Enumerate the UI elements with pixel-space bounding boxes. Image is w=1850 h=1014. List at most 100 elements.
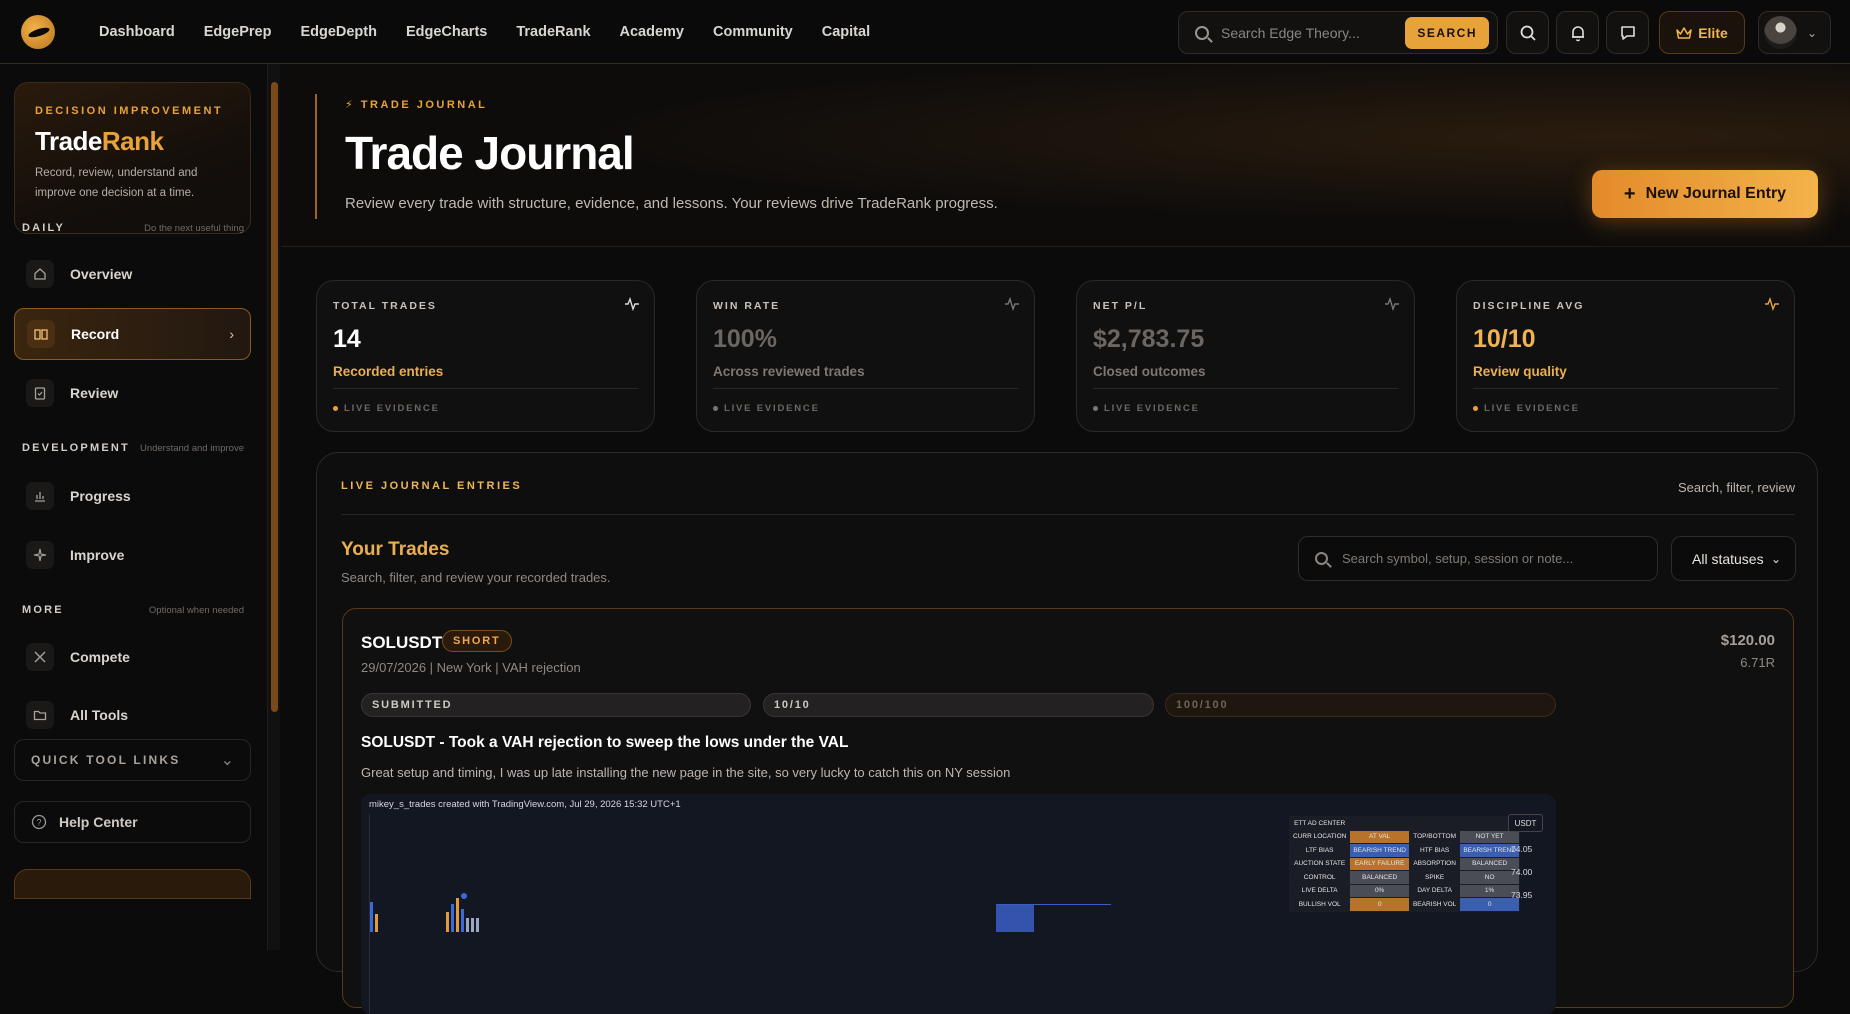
status-pill: SUBMITTED [361, 693, 751, 717]
price-label: 74.05 [1511, 844, 1533, 854]
crown-icon [1676, 26, 1692, 39]
evidence-text: LIVE EVIDENCE [724, 403, 820, 414]
clipboard-icon [26, 379, 54, 407]
nav-link-community[interactable]: Community [713, 24, 793, 40]
nav-link-edgedepth[interactable]: EdgeDepth [300, 24, 377, 40]
folder-icon [26, 701, 54, 729]
sidebar-item-label: Overview [70, 266, 133, 282]
traderank-brand-card: DECISION IMPROVEMENT TradeRank Record, r… [14, 82, 251, 234]
sidebar-item-all-tools[interactable]: All Tools [14, 689, 251, 741]
evidence-text: LIVE EVIDENCE [1484, 403, 1580, 414]
top-nav: Dashboard EdgePrep EdgeDepth EdgeCharts … [0, 0, 1850, 64]
messages-button[interactable] [1606, 11, 1649, 54]
candle [471, 918, 474, 932]
chart-marker [461, 893, 467, 899]
table-cell: 0 [1349, 897, 1410, 912]
nav-link-dashboard[interactable]: Dashboard [99, 24, 175, 40]
score-pill: 100/100 [1165, 693, 1556, 717]
section-daily: DAILY Do the next useful thing [22, 222, 244, 234]
evidence-text: LIVE EVIDENCE [1104, 403, 1200, 414]
new-journal-entry-button[interactable]: + New Journal Entry [1592, 170, 1818, 218]
table-cell: EARLY FAILURE [1349, 856, 1410, 871]
search-button[interactable]: SEARCH [1405, 16, 1489, 49]
elite-badge-button[interactable]: Elite [1659, 11, 1745, 54]
table-cell: LIVE DELTA [1288, 883, 1351, 898]
edge-theory-logo[interactable] [21, 14, 55, 49]
brand-title: TradeRank [35, 126, 230, 157]
bell-icon [1571, 25, 1584, 41]
sidebar-item-compete[interactable]: Compete [14, 631, 251, 683]
candle [456, 898, 459, 932]
quick-links-label: QUICK TOOL LINKS [31, 753, 181, 767]
divider [713, 388, 1018, 389]
candle [446, 912, 449, 932]
sidebar-item-review[interactable]: Review [14, 367, 251, 419]
section-more: MORE Optional when needed [22, 604, 244, 616]
sidebar-item-label: Progress [70, 488, 131, 504]
global-search[interactable]: Search Edge Theory... SEARCH [1178, 11, 1498, 54]
quick-tool-links-dropdown[interactable]: QUICK TOOL LINKS ⌄ [14, 739, 251, 781]
plus-icon: + [1623, 182, 1636, 205]
trade-side-badge: SHORT [442, 630, 512, 652]
stat-card-discipline-avg: DISCIPLINE AVG 10/10 Review quality LIVE… [1456, 280, 1795, 432]
status-dot [713, 406, 718, 411]
discipline-pill: 10/10 [763, 693, 1154, 717]
sidebar-item-progress[interactable]: Progress [14, 470, 251, 522]
nav-link-edgecharts[interactable]: EdgeCharts [406, 24, 487, 40]
entries-kicker: LIVE JOURNAL ENTRIES [341, 480, 523, 492]
sidebar-scrollbar-thumb[interactable] [271, 82, 278, 712]
status-filter-value: All statuses [1692, 550, 1764, 567]
divider [1473, 388, 1778, 389]
live-evidence: LIVE EVIDENCE [1093, 403, 1200, 414]
nav-link-academy[interactable]: Academy [620, 24, 684, 40]
sparkles-icon [26, 541, 54, 569]
search-icon [1195, 25, 1209, 40]
table-cell: LTF BIAS [1288, 843, 1351, 858]
sidebar-item-record[interactable]: Record › [14, 308, 251, 360]
elite-label: Elite [1698, 24, 1728, 41]
help-center-link[interactable]: ? Help Center [14, 801, 251, 843]
stat-header: DISCIPLINE AVG [1473, 300, 1585, 312]
activity-icon [1764, 296, 1780, 314]
activity-icon [1384, 296, 1400, 314]
nav-link-traderank[interactable]: TradeRank [516, 24, 590, 40]
trade-card[interactable]: SOLUSDT SHORT 29/07/2026 | New York | VA… [342, 608, 1794, 1014]
svg-text:?: ? [36, 818, 41, 828]
trade-search[interactable]: Search symbol, setup, session or note... [1298, 536, 1658, 581]
stat-value: 14 [333, 325, 361, 353]
user-menu[interactable]: ⌄ [1758, 11, 1831, 54]
section-subtitle: Understand and improve [139, 442, 244, 454]
book-icon [27, 320, 55, 348]
ett-ad-center-table: ETT AD CENTER CURR LOCATION AT VAL TOP/BOT… [1288, 816, 1520, 996]
table-cell: DAY DELTA [1408, 883, 1461, 898]
search-icon-button[interactable] [1506, 11, 1549, 54]
notifications-button[interactable] [1556, 11, 1599, 54]
status-dot [333, 406, 338, 411]
your-trades-title: Your Trades [341, 539, 450, 560]
nav-link-edgeprep[interactable]: EdgePrep [204, 24, 272, 40]
divider [341, 514, 1795, 515]
page-subtitle: Review every trade with structure, evide… [345, 195, 998, 212]
currency-label[interactable]: USDT [1508, 814, 1543, 832]
sidebar-item-improve[interactable]: Improve [14, 529, 251, 581]
chevron-down-icon: ⌄ [220, 752, 234, 769]
section-title: DAILY [22, 222, 65, 234]
page-hero: ⚡︎ TRADE JOURNAL Trade Journal Review ev… [281, 64, 1850, 247]
hero-kicker-text: TRADE JOURNAL [360, 99, 488, 111]
trade-chart-screenshot[interactable]: mikey_s_trades created with TradingView.… [361, 794, 1556, 1014]
section-subtitle: Do the next useful thing [144, 222, 244, 234]
table-cell: BEARISH VOL [1408, 897, 1461, 912]
stat-value: 100% [713, 325, 777, 353]
avatar [1764, 16, 1797, 49]
divider [1093, 388, 1398, 389]
trade-title: SOLUSDT - Took a VAH rejection to sweep … [361, 734, 849, 751]
nav-link-capital[interactable]: Capital [822, 24, 870, 40]
candle [476, 918, 479, 932]
price-label: 74.00 [1511, 867, 1533, 877]
trade-search-input[interactable]: Search symbol, setup, session or note... [1342, 551, 1573, 566]
hero-accent-bar [315, 94, 317, 219]
global-search-input[interactable]: Search Edge Theory... [1221, 25, 1405, 41]
status-filter-select[interactable]: All statuses ⌄ [1671, 536, 1796, 581]
sidebar-item-overview[interactable]: Overview [14, 248, 251, 300]
sidebar-item-label: Compete [70, 649, 130, 665]
